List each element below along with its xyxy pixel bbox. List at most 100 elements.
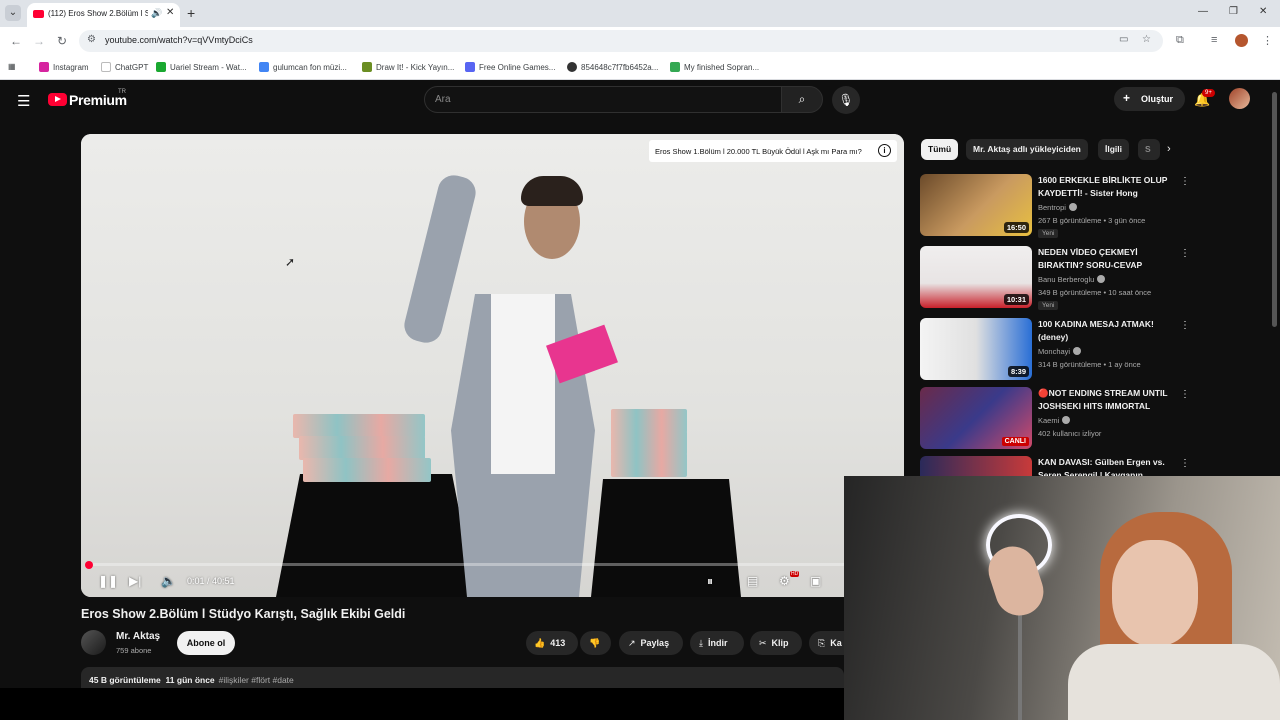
chip-all[interactable]: Tümü (921, 139, 959, 160)
save-button[interactable]: ⎘ Ka (809, 631, 844, 655)
github-icon (567, 62, 577, 72)
like-button[interactable]: 👍 413 (526, 631, 578, 655)
bookmark-chatgpt[interactable]: ChatGPT (101, 62, 148, 72)
recommendation-item[interactable]: 10:31 NEDEN VİDEO ÇEKMEYİ BIRAKTIN? SORU… (920, 246, 1190, 310)
browser-tab-bar: ⌄ (112) Eros Show 2.Bölüm l Stüdyo... 🔊 … (0, 0, 1280, 27)
end-card-title[interactable]: Eros Show 1.Bölüm l 20.000 TL Büyük Ödül… (649, 140, 897, 162)
autoplay-toggle[interactable]: ⏸ (707, 574, 713, 589)
dislike-button[interactable]: 👎 (580, 631, 611, 655)
description-box[interactable]: 45 B görüntüleme 11 gün önce #ilişkiler #… (81, 667, 844, 689)
bookmark-sopran[interactable]: My finished Sopran... (670, 62, 759, 72)
verified-icon (1062, 416, 1071, 424)
info-icon[interactable]: i (878, 144, 891, 157)
recommendation-thumbnail[interactable]: 16:50 (920, 174, 1032, 236)
settings-gear-icon[interactable]: ⚙ (779, 574, 790, 588)
recommendation-thumbnail[interactable]: 10:31 (920, 246, 1032, 308)
bookmark-star-icon[interactable]: ☆ (1142, 34, 1151, 45)
upload-age: 11 gün önce (165, 675, 215, 685)
bookmark-hash[interactable]: 854648c7f7fb6452a... (567, 62, 658, 72)
recommendation-channel[interactable]: Bentropi (1038, 203, 1077, 212)
thumbs-up-icon: 👍 (534, 638, 546, 648)
bookmark-icon: ⎘ (818, 638, 826, 648)
recommendation-title[interactable]: 1600 ERKEKLE BİRLİKTE OLUP KAYDETTİ! - S… (1038, 174, 1178, 200)
search-input[interactable]: Ara (424, 86, 782, 113)
recommendation-meta: 314 B görüntüleme • 1 ay önce (1038, 360, 1141, 369)
recommendation-channel[interactable]: Monchayi (1038, 347, 1082, 356)
miniplayer-icon[interactable]: ▣ (810, 574, 821, 588)
cast-icon[interactable]: ▭ (1119, 34, 1128, 45)
reading-list-icon[interactable]: ≡ (1211, 34, 1217, 46)
recommendation-title[interactable]: 🔴NOT ENDING STREAM UNTIL JOSHSEKI HITS I… (1038, 387, 1178, 413)
browser-tab-youtube[interactable]: (112) Eros Show 2.Bölüm l Stüdyo... 🔊 ✕ (27, 3, 180, 27)
next-video-icon[interactable]: ▶| (129, 574, 141, 588)
new-tab-icon[interactable]: + (187, 5, 195, 21)
more-options-icon[interactable]: ⋮ (1180, 389, 1190, 400)
audio-playing-icon[interactable]: 🔊 (151, 8, 162, 19)
close-window-icon[interactable]: ✕ (1259, 6, 1267, 17)
apps-grid-icon[interactable]: ▦ (8, 62, 16, 71)
scissors-icon: ✂ (759, 638, 767, 648)
minimize-icon[interactable]: — (1198, 6, 1208, 17)
save-label: Ka (830, 638, 842, 648)
recommendation-title[interactable]: NEDEN VİDEO ÇEKMEYİ BIRAKTIN? SORU-CEVAP (1038, 246, 1178, 272)
volume-icon[interactable]: 🔈 (161, 574, 176, 588)
chrome-menu-icon[interactable]: ⋮ (1262, 34, 1273, 47)
more-options-icon[interactable]: ⋮ (1180, 458, 1190, 469)
create-label: Oluştur (1141, 94, 1174, 104)
chip-related[interactable]: İlgili (1098, 139, 1129, 160)
recommendation-title[interactable]: 100 KADINA MESAJ ATMAK! (deney) (1038, 318, 1178, 344)
video-frame (81, 134, 904, 597)
progress-scrubber[interactable] (85, 561, 93, 569)
sopran-icon (670, 62, 680, 72)
more-options-icon[interactable]: ⋮ (1180, 176, 1190, 187)
notification-count-badge: 9+ (1202, 89, 1215, 97)
more-options-icon[interactable]: ⋮ (1180, 248, 1190, 259)
tab-search-button[interactable]: ⌄ (5, 5, 21, 21)
chevron-right-icon[interactable]: › (1167, 143, 1171, 155)
forward-icon[interactable]: → (33, 34, 45, 48)
recommendation-thumbnail[interactable]: 8:39 (920, 318, 1032, 380)
reload-icon[interactable]: ↻ (57, 34, 67, 48)
restore-icon[interactable]: ❐ (1229, 6, 1238, 17)
user-avatar[interactable] (1229, 88, 1250, 109)
create-button[interactable]: + Oluştur (1114, 87, 1185, 111)
chip-partial[interactable]: S (1138, 139, 1160, 160)
bookmark-instagram[interactable]: Instagram (39, 62, 89, 72)
back-icon[interactable]: ← (10, 34, 22, 48)
hashtags[interactable]: #ilişkiler #flört #date (219, 675, 294, 685)
more-options-icon[interactable]: ⋮ (1180, 320, 1190, 331)
page-scrollbar[interactable] (1272, 92, 1277, 327)
recommendation-item[interactable]: 8:39 100 KADINA MESAJ ATMAK! (deney) Mon… (920, 318, 1190, 382)
close-tab-icon[interactable]: ✕ (166, 7, 174, 18)
bookmark-gulumcan[interactable]: gulumcan fon müzi... (259, 62, 347, 72)
youtube-favicon-icon (33, 10, 44, 18)
recommendation-thumbnail[interactable]: CANLI (920, 387, 1032, 449)
progress-bar[interactable] (89, 563, 896, 566)
bookmark-free-games[interactable]: Free Online Games... (465, 62, 555, 72)
search-button[interactable]: ⌕ (781, 86, 823, 113)
voice-search-button[interactable]: 🎙 (832, 86, 860, 114)
channel-avatar[interactable] (81, 630, 106, 655)
url-text[interactable]: youtube.com/watch?v=qVVmtyDciCs (105, 35, 253, 45)
video-player[interactable]: Eros Show 1.Bölüm l 20.000 TL Büyük Ödül… (81, 134, 904, 597)
chip-from-uploader[interactable]: Mr. Aktaş adlı yükleyiciden (966, 139, 1088, 160)
subtitles-icon[interactable]: ▤ (747, 574, 758, 588)
verified-icon (1073, 347, 1082, 355)
clip-button[interactable]: ✂ Klip (750, 631, 802, 655)
bookmark-uariel[interactable]: Uariel Stream - Wat... (156, 62, 247, 72)
pause-icon[interactable]: ❚❚ (98, 574, 118, 588)
recommendation-item[interactable]: 16:50 1600 ERKEKLE BİRLİKTE OLUP KAYDETT… (920, 174, 1190, 238)
profile-avatar[interactable] (1235, 34, 1248, 47)
share-button[interactable]: ↗ Paylaş (619, 631, 683, 655)
download-button[interactable]: ⤓ İndir (690, 631, 744, 655)
address-bar[interactable]: ⚙ youtube.com/watch?v=qVVmtyDciCs ▭ ☆ (79, 30, 1163, 52)
hamburger-menu-icon[interactable]: ☰ (17, 92, 30, 110)
bookmark-drawit[interactable]: Draw It! - Kick Yayın... (362, 62, 454, 72)
subscribe-button[interactable]: Abone ol (177, 631, 235, 655)
recommendation-channel[interactable]: Banu Berberoglu (1038, 275, 1106, 284)
recommendation-channel[interactable]: Kaemi (1038, 416, 1071, 425)
channel-name[interactable]: Mr. Aktaş (116, 631, 160, 642)
extensions-icon[interactable]: ⧉ (1176, 34, 1184, 47)
recommendation-item[interactable]: CANLI 🔴NOT ENDING STREAM UNTIL JOSHSEKI … (920, 387, 1190, 451)
site-info-icon[interactable]: ⚙ (87, 34, 96, 45)
